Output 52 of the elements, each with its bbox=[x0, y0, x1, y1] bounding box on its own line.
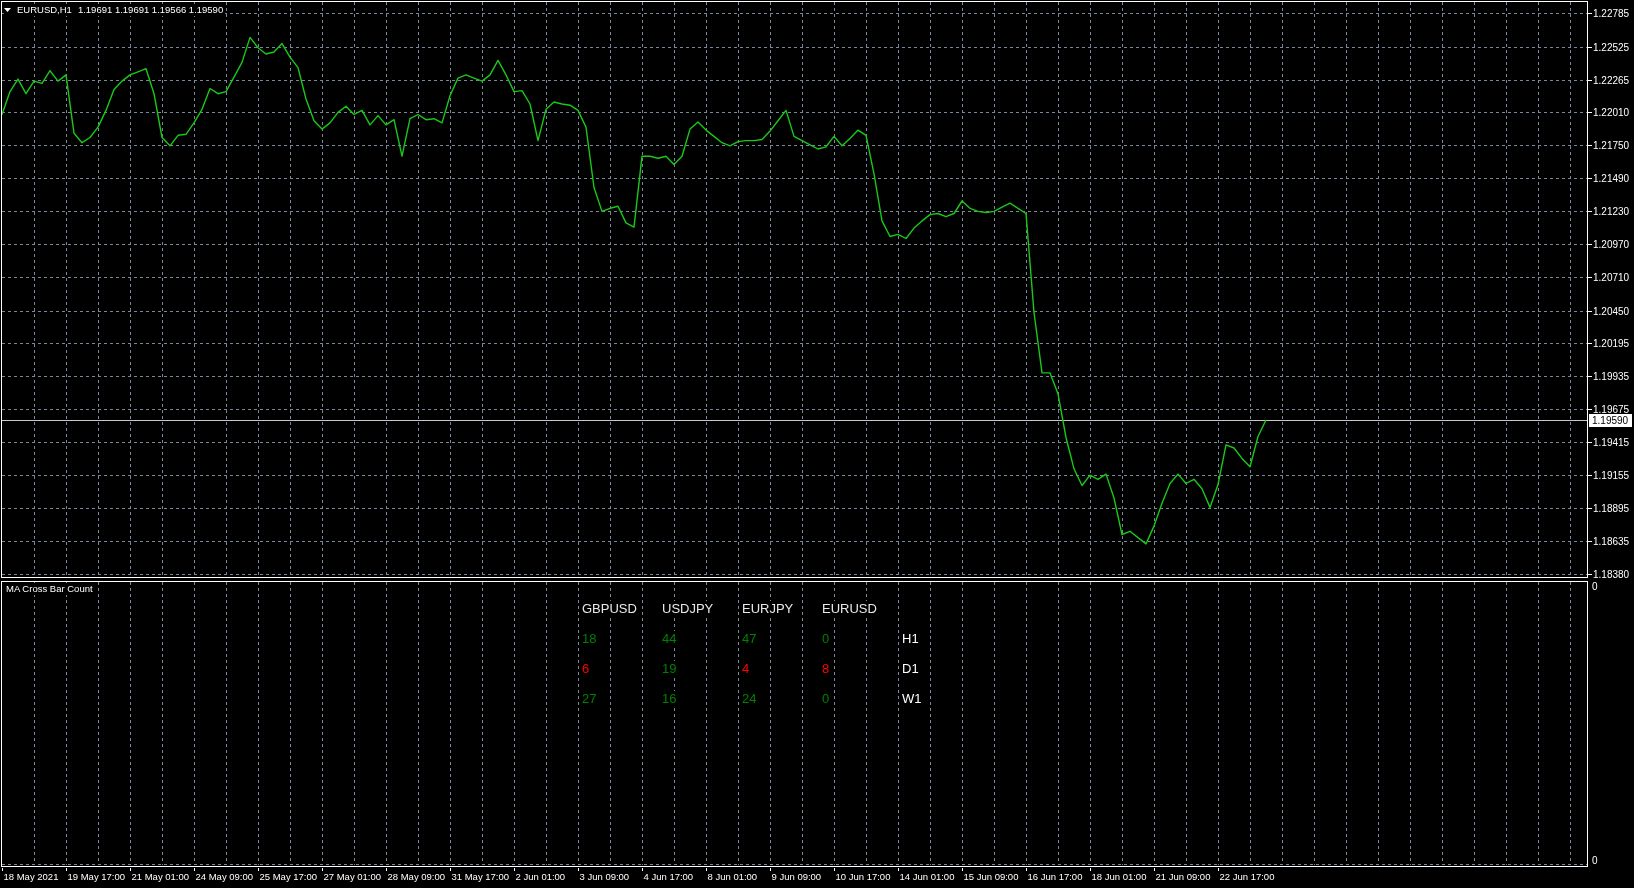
ohlc-values: 1.19691 1.19691 1.19566 1.19590 bbox=[77, 4, 224, 16]
time-label: 10 Jun 17:00 bbox=[835, 871, 891, 882]
column-header: USDJPY bbox=[662, 600, 714, 616]
time-label: 18 Jun 01:00 bbox=[1091, 871, 1147, 882]
time-label: 8 Jun 01:00 bbox=[707, 871, 758, 882]
time-label: 22 Jun 17:00 bbox=[1219, 871, 1275, 882]
time-label: 3 Jun 09:00 bbox=[579, 871, 630, 882]
price-axis-label: 1.22265 bbox=[1593, 75, 1630, 86]
time-label: 19 May 17:00 bbox=[67, 871, 126, 882]
column-header: EURJPY bbox=[742, 600, 794, 616]
time-label: 16 Jun 17:00 bbox=[1027, 871, 1083, 882]
time-label: 31 May 17:00 bbox=[451, 871, 510, 882]
time-label: 15 Jun 09:00 bbox=[963, 871, 1019, 882]
scale-label: 0 bbox=[1592, 581, 1598, 593]
time-label: 9 Jun 09:00 bbox=[771, 871, 822, 882]
symbol-label: EURUSD,H1 bbox=[17, 4, 72, 16]
price-axis-label: 1.18635 bbox=[1593, 536, 1630, 547]
price-axis-label: 1.22785 bbox=[1593, 8, 1630, 19]
price-axis-label: 1.19935 bbox=[1593, 371, 1630, 382]
time-label: 14 Jun 01:00 bbox=[899, 871, 955, 882]
column-header: EURUSD bbox=[822, 600, 877, 616]
price-axis-label: 1.21750 bbox=[1593, 140, 1630, 151]
caret-icon[interactable] bbox=[4, 8, 11, 12]
price-axis-label: 1.20195 bbox=[1593, 338, 1630, 349]
price-axis-label: 1.22525 bbox=[1593, 42, 1630, 53]
current-price-label: 1.19590 bbox=[1589, 414, 1632, 427]
price-axis-label: 1.20970 bbox=[1593, 239, 1630, 250]
price-axis-label: 1.20710 bbox=[1593, 272, 1630, 283]
price-axis-label: 1.19675 bbox=[1593, 404, 1630, 415]
time-label: 21 May 01:00 bbox=[131, 871, 190, 882]
time-label: 2 Jun 01:00 bbox=[515, 871, 566, 882]
count-value: 19 bbox=[662, 660, 677, 676]
time-label: 28 May 09:00 bbox=[387, 871, 446, 882]
time-label: 4 Jun 17:00 bbox=[643, 871, 694, 882]
time-label: 27 May 01:00 bbox=[323, 871, 382, 882]
price-axis-label: 1.20450 bbox=[1593, 306, 1630, 317]
time-label: 18 May 2021 bbox=[3, 871, 59, 882]
price-axis-label: 1.21230 bbox=[1593, 206, 1630, 217]
price-axis-label: 1.18380 bbox=[1593, 569, 1630, 580]
count-value: 44 bbox=[662, 630, 677, 646]
indicator-name: MA Cross Bar Count bbox=[6, 583, 93, 595]
price-axis-label: 1.19155 bbox=[1593, 470, 1630, 481]
column-header: GBPUSD bbox=[582, 600, 637, 616]
time-label: 24 May 09:00 bbox=[195, 871, 254, 882]
price-axis-label: 1.21490 bbox=[1593, 173, 1630, 184]
price-axis-label: 1.19415 bbox=[1593, 437, 1630, 448]
scale-label: 0 bbox=[1592, 855, 1598, 867]
time-label: 21 Jun 09:00 bbox=[1155, 871, 1211, 882]
count-value: 16 bbox=[662, 690, 677, 706]
time-label: 25 May 17:00 bbox=[259, 871, 318, 882]
price-axis-label: 1.22010 bbox=[1593, 107, 1630, 118]
price-axis-label: 1.18895 bbox=[1593, 503, 1630, 514]
